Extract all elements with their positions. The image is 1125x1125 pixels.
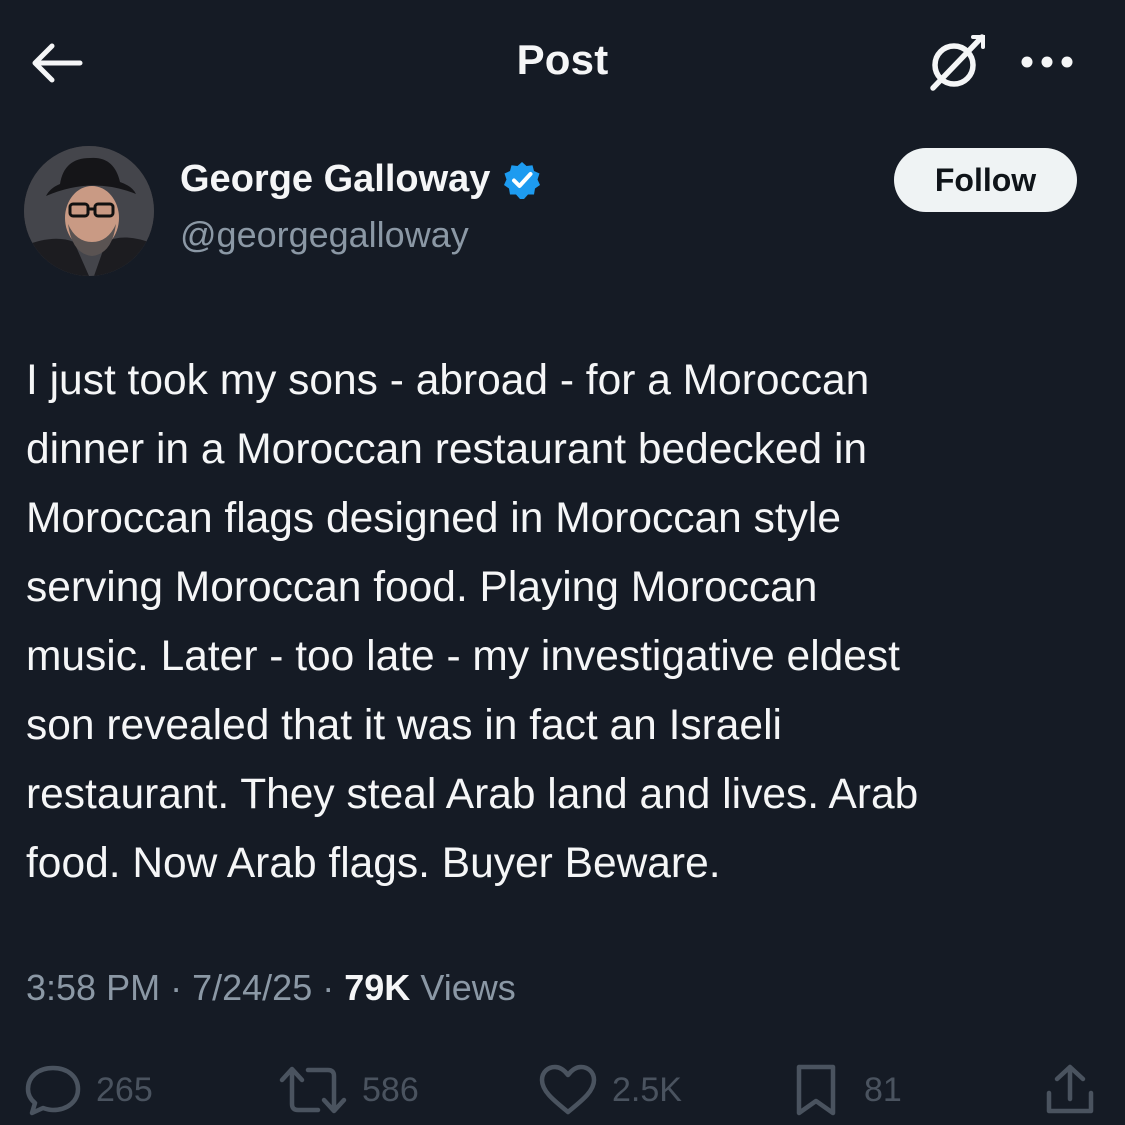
display-name-row: George Galloway: [180, 158, 542, 201]
action-bar: 265 586 2.5K 81: [0, 1060, 1125, 1120]
grok-button[interactable]: [922, 30, 992, 96]
post-text-line: I just took my sons - abroad - for a Mor…: [26, 357, 870, 404]
share-icon: [1046, 1064, 1094, 1114]
meta-separator: ·: [170, 967, 183, 1008]
follow-button[interactable]: Follow: [894, 148, 1077, 212]
post-text-line: music. Later - too late - my investigati…: [26, 633, 900, 680]
avatar-image: [24, 146, 154, 276]
reply-button[interactable]: 265: [24, 1060, 153, 1120]
post-meta: 3:58 PM · 7/24/25 · 79K Views: [26, 967, 516, 1009]
post-text-line: serving Moroccan food. Playing Moroccan: [26, 564, 818, 611]
bookmark-button[interactable]: 81: [794, 1060, 902, 1120]
reply-icon: [25, 1065, 81, 1116]
post-text: I just took my sons - abroad - for a Mor…: [26, 346, 1106, 898]
more-button[interactable]: [1014, 40, 1080, 84]
post-time[interactable]: 3:58 PM: [26, 967, 160, 1008]
top-bar: Post: [0, 0, 1125, 125]
grok-icon: [930, 34, 985, 91]
post-text-line: dinner in a Moroccan restaurant bedecked…: [26, 426, 868, 473]
like-button[interactable]: 2.5K: [538, 1060, 682, 1120]
post-text-line: food. Now Arab flags. Buyer Beware.: [26, 840, 721, 887]
verified-badge-icon: [504, 161, 541, 199]
repost-icon: [279, 1066, 347, 1114]
reply-count: 265: [96, 1070, 153, 1109]
like-count: 2.5K: [612, 1070, 682, 1109]
views-count[interactable]: 79K: [344, 967, 410, 1008]
views-label[interactable]: Views: [420, 967, 515, 1008]
repost-count: 586: [362, 1070, 419, 1109]
post-date[interactable]: 7/24/25: [192, 967, 312, 1008]
heart-icon: [539, 1064, 597, 1115]
share-button[interactable]: [1044, 1060, 1096, 1120]
user-handle[interactable]: @georgegalloway: [180, 214, 469, 256]
post-text-line: son revealed that it was in fact an Isra…: [26, 702, 782, 749]
post-text-line: restaurant. They steal Arab land and liv…: [26, 771, 919, 818]
post-screen: Post George Galloway @georgegalloway Fol…: [0, 0, 1125, 1125]
more-horizontal-icon: [1021, 56, 1073, 68]
post-text-line: Moroccan flags designed in Moroccan styl…: [26, 495, 841, 542]
display-name[interactable]: George Galloway: [180, 158, 490, 201]
avatar[interactable]: [24, 146, 154, 276]
bookmark-count: 81: [864, 1070, 902, 1109]
bookmark-icon: [796, 1064, 836, 1116]
repost-button[interactable]: 586: [278, 1060, 419, 1120]
meta-separator: ·: [322, 967, 335, 1008]
